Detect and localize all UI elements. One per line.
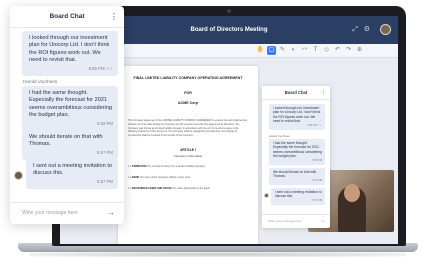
laptop-shadow: [30, 252, 406, 257]
shape-icon[interactable]: ◇: [322, 46, 331, 55]
chat-message: I sent out a meeting invitation to discu…: [26, 159, 118, 189]
message-text: I looked through our investment plan for…: [273, 106, 321, 124]
message-text: We should iterate on that with Thomas.: [29, 134, 103, 148]
select-icon[interactable]: ▢: [267, 46, 276, 55]
message-input-placeholder: Write your message here: [268, 219, 302, 223]
message-text: I sent out a meeting invitation to discu…: [275, 190, 322, 199]
draw-icon[interactable]: 〰: [300, 46, 309, 55]
message-input[interactable]: Write your message here →: [10, 202, 124, 224]
participant-face: [344, 184, 360, 202]
item-number: 1.3: [128, 186, 132, 190]
message-time: 5:56 PM: [96, 121, 113, 127]
undo-icon[interactable]: ↶: [333, 46, 342, 55]
redo-icon[interactable]: ↷: [344, 46, 353, 55]
send-icon[interactable]: →: [107, 208, 115, 217]
item-title: NAME: [132, 175, 140, 179]
more-menu-icon[interactable]: ⋮: [321, 86, 326, 100]
document-company: ACME Corp: [178, 101, 198, 105]
message-input[interactable]: Write your message here →: [262, 214, 330, 228]
expand-icon[interactable]: ⤢: [352, 25, 358, 35]
chat-message: I sent out a meeting invitation to discu…: [271, 188, 325, 205]
highlighter-icon[interactable]: ◐: [289, 46, 298, 55]
chat-panel-small: Board Chat ⋮ I looked through our invest…: [262, 86, 330, 228]
message-input-placeholder: Write your message here: [22, 210, 78, 216]
message-text: I had the same thought. Especially the f…: [29, 90, 113, 119]
message-time: 5:57 PM: [312, 199, 322, 203]
item-number: 1.1: [128, 164, 132, 168]
message-text: I looked through our investment plan for…: [29, 35, 110, 64]
article-subtitle: Company Information: [173, 153, 203, 158]
user-avatar[interactable]: [380, 24, 391, 35]
item-text: The members hereby form a Limited Liabil…: [146, 164, 205, 168]
item-number: 1.2: [128, 175, 132, 179]
chat-message: I had the same thought. Especially the f…: [22, 86, 118, 131]
document-item: 1.1 FORMATION The members hereby form a …: [128, 165, 248, 169]
pen-icon[interactable]: ✎: [278, 46, 287, 55]
product-screenshot: Board of Directors Meeting ⤢ ⚙ ✋ ▢ ✎ ◐ 〰…: [0, 0, 433, 259]
chat-message: I looked through our investment plan for…: [269, 104, 325, 130]
send-icon[interactable]: →: [320, 218, 325, 224]
document-intro: This Company Agreement of the LIMITED LI…: [128, 119, 248, 138]
settings-icon[interactable]: ⚙: [364, 25, 370, 35]
chat-message: We should iterate on that with Thomas. 5…: [269, 168, 325, 185]
message-time: 5:57 PM: [312, 179, 322, 183]
message-text: We should iterate on that with Thomas.: [273, 170, 317, 179]
message-text: I sent out a meeting invitation to discu…: [33, 163, 112, 177]
chat-message: I looked through our investment plan for…: [22, 31, 118, 76]
chat-panel: Board Chat ⋮ I looked through our invest…: [10, 6, 124, 224]
zoom-icon[interactable]: ⊕: [355, 46, 364, 55]
sender-avatar: [264, 193, 269, 198]
document-item: 1.3 REGISTERED AGENT AND OFFICE The name…: [128, 187, 248, 191]
sender-avatar: [14, 171, 23, 180]
chat-header: Board Chat ⋮: [10, 6, 124, 28]
chat-header: Board Chat ⋮: [262, 86, 330, 100]
document-page[interactable]: FINAL LIMITED LIABILITY COMPANY OPERATIN…: [118, 66, 258, 244]
item-title: FORMATION: [132, 164, 147, 168]
text-icon[interactable]: T: [311, 46, 320, 55]
document-for-label: FOR: [184, 91, 192, 95]
chat-title: Board Chat: [284, 90, 308, 95]
item-text: The name and location of the agent: [172, 186, 210, 190]
message-sender: Harold Voorhees: [23, 79, 58, 84]
item-title: REGISTERED AGENT AND OFFICE: [132, 186, 172, 190]
message-sender: Harold Voorhees: [269, 134, 290, 138]
more-menu-icon[interactable]: ⋮: [110, 6, 118, 28]
item-text: The name of the Company shall be: Acme C…: [139, 175, 191, 179]
chat-message: We should iterate on that with Thomas. 5…: [22, 130, 118, 160]
chat-message: I had the same thought. Especially the f…: [269, 139, 325, 165]
document-item: 1.2 NAME The name of the Company shall b…: [128, 176, 248, 180]
message-time: 5:57 PM: [96, 179, 113, 185]
message-time: 5:57 PM: [96, 150, 113, 156]
message-time: 5:55 PM ✓✓: [88, 66, 113, 72]
pan-icon[interactable]: ✋: [256, 46, 265, 55]
message-time: 5:56 PM: [312, 159, 322, 163]
article-title: ARTICLE I: [180, 147, 196, 152]
camera-icon: [227, 9, 231, 13]
chat-title: Board Chat: [49, 13, 85, 20]
message-time: 5:55 PM ✓✓: [307, 124, 322, 128]
document-heading: FINAL LIMITED LIABILITY COMPANY OPERATIN…: [133, 76, 243, 80]
message-text: I had the same thought. Especially the f…: [273, 141, 322, 159]
